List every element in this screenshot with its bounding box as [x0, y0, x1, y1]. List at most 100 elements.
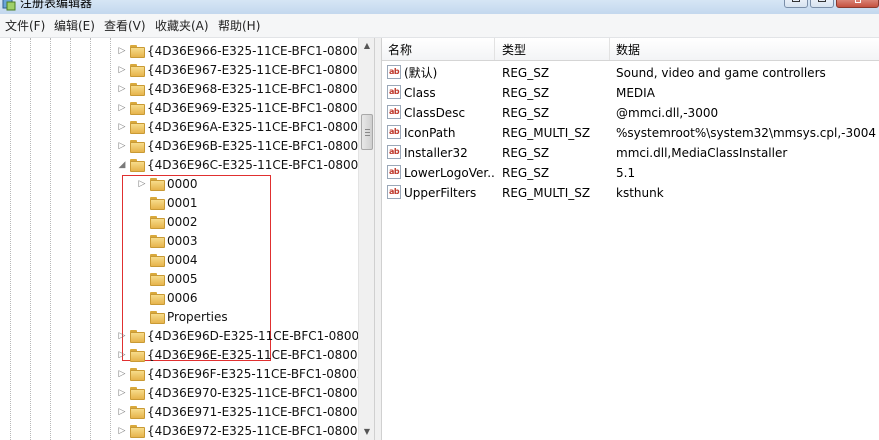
tree-key[interactable]: ▷ {4D36E967-E325-11CE-BFC1-08002BE1 [0, 61, 374, 80]
expand-arrow-icon[interactable] [137, 197, 147, 209]
tree-key[interactable]: ▷ {4D36E96B-E325-11CE-BFC1-08002BE1 [0, 137, 374, 156]
folder-icon [150, 197, 165, 210]
tree-key[interactable]: ▷ {4D36E96F-E325-11CE-BFC1-08002BE1 [0, 365, 374, 384]
tree-key[interactable]: ▷ {4D36E96D-E325-11CE-BFC1-08002BE [0, 327, 374, 346]
scroll-up-arrow[interactable]: ▲ [359, 38, 375, 54]
menu-file[interactable]: 文件(F) [5, 19, 45, 33]
expand-arrow-icon[interactable]: ◢ [117, 159, 127, 171]
folder-icon [130, 140, 145, 153]
minimize-button[interactable] [784, 0, 808, 8]
expand-arrow-icon[interactable] [137, 254, 147, 266]
value-type: REG_SZ [502, 66, 550, 80]
expand-arrow-icon[interactable]: ▷ [117, 102, 127, 114]
window-title: 注册表编辑器 [20, 0, 93, 10]
tree-subkey[interactable]: 0004 [0, 251, 374, 270]
value-row[interactable]: ab Class REG_SZ MEDIA [382, 83, 879, 103]
expand-arrow-icon[interactable] [137, 273, 147, 285]
tree-key-label[interactable]: {4D36E96A-E325-11CE-BFC1-08002BE1 [147, 120, 374, 135]
column-type-header[interactable]: 类型 [502, 43, 526, 57]
folder-icon [150, 273, 165, 286]
tree-key-label[interactable]: {4D36E96F-E325-11CE-BFC1-08002BE1 [147, 367, 374, 382]
scroll-thumb[interactable] [361, 114, 373, 150]
column-data-header[interactable]: 数据 [616, 43, 640, 57]
close-button[interactable] [836, 0, 879, 8]
tree-key-label[interactable]: {4D36E96E-E325-11CE-BFC1-08002BE1 [147, 348, 374, 363]
expand-arrow-icon[interactable]: ▷ [117, 349, 127, 361]
column-name-header[interactable]: 名称 [388, 43, 412, 57]
tree-key-label[interactable]: {4D36E969-E325-11CE-BFC1-08002BE1 [147, 101, 374, 116]
registry-tree[interactable]: ▷ {4D36E966-E325-11CE-BFC1-08002BE1 ▷ {4D36… [0, 38, 374, 440]
tree-key-label[interactable]: {4D36E972-E325-11CE-BFC1-08002BE1 [147, 424, 374, 439]
value-data: @mmci.dll,-3000 [616, 106, 719, 120]
tree-key-label[interactable]: Properties [167, 310, 228, 325]
tree-subkey[interactable]: 0002 [0, 213, 374, 232]
tree-key-label[interactable]: 0004 [167, 253, 198, 268]
menu-view[interactable]: 查看(V) [104, 19, 146, 33]
tree-subkey[interactable]: 0005 [0, 270, 374, 289]
tree-key-label[interactable]: {4D36E967-E325-11CE-BFC1-08002BE1 [147, 63, 374, 78]
expand-arrow-icon[interactable] [137, 292, 147, 304]
tree-key-label[interactable]: {4D36E96D-E325-11CE-BFC1-08002BE [147, 329, 374, 344]
tree-key-label[interactable]: 0006 [167, 291, 198, 306]
tree-key-label[interactable]: 0002 [167, 215, 198, 230]
pane-splitter[interactable] [374, 38, 382, 440]
tree-key[interactable]: ▷ {4D36E969-E325-11CE-BFC1-08002BE1 [0, 99, 374, 118]
value-row[interactable]: ab IconPath REG_MULTI_SZ %systemroot%\syste… [382, 123, 879, 143]
scroll-down-arrow[interactable]: ▼ [359, 424, 375, 440]
expand-arrow-icon[interactable]: ▷ [117, 406, 127, 418]
value-row[interactable]: ab LowerLogoVer... REG_SZ 5.1 [382, 163, 879, 183]
tree-subkey[interactable]: 0001 [0, 194, 374, 213]
expand-arrow-icon[interactable] [137, 235, 147, 247]
value-row[interactable]: ab ClassDesc REG_SZ @mmci.dll,-3000 [382, 103, 879, 123]
folder-icon [130, 406, 145, 419]
tree-subkey[interactable]: Properties [0, 308, 374, 327]
expand-arrow-icon[interactable]: ▷ [117, 387, 127, 399]
tree-key-label[interactable]: 0001 [167, 196, 198, 211]
tree-key[interactable]: ◢ {4D36E96C-E325-11CE-BFC1-08002BE1 [0, 156, 374, 175]
tree-scrollbar[interactable]: ▲ ▼ [358, 38, 374, 440]
menu-favorites[interactable]: 收藏夹(A) [155, 19, 209, 33]
tree-key[interactable]: ▷ {4D36E966-E325-11CE-BFC1-08002BE1 [0, 42, 374, 61]
tree-subkey[interactable]: ▷ 0000 [0, 175, 374, 194]
value-row[interactable]: ab Installer32 REG_SZ mmci.dll,MediaClassIn… [382, 143, 879, 163]
values-list[interactable]: 名称 类型 数据 ab (默认) REG_SZ Sound, video and ga… [382, 38, 879, 440]
folder-icon [130, 102, 145, 115]
expand-arrow-icon[interactable]: ▷ [117, 425, 127, 437]
expand-arrow-icon[interactable]: ▷ [117, 64, 127, 76]
tree-key[interactable]: ▷ {4D36E96A-E325-11CE-BFC1-08002BE1 [0, 118, 374, 137]
menu-help[interactable]: 帮助(H) [218, 19, 260, 33]
tree-key[interactable]: ▷ {4D36E972-E325-11CE-BFC1-08002BE1 [0, 422, 374, 440]
tree-key-label[interactable]: {4D36E966-E325-11CE-BFC1-08002BE1 [147, 44, 374, 59]
value-row[interactable]: ab (默认) REG_SZ Sound, video and game contro… [382, 63, 879, 83]
menu-edit[interactable]: 编辑(E) [54, 19, 95, 33]
expand-arrow-icon[interactable] [137, 216, 147, 228]
expand-arrow-icon[interactable]: ▷ [137, 178, 147, 190]
tree-key-label[interactable]: {4D36E96C-E325-11CE-BFC1-08002BE1 [147, 158, 374, 173]
tree-key-label[interactable]: 0005 [167, 272, 198, 287]
tree-subkey[interactable]: 0006 [0, 289, 374, 308]
tree-key[interactable]: ▷ {4D36E96E-E325-11CE-BFC1-08002BE1 [0, 346, 374, 365]
expand-arrow-icon[interactable]: ▷ [117, 330, 127, 342]
tree-key-label[interactable]: {4D36E971-E325-11CE-BFC1-08002BE1 [147, 405, 374, 420]
folder-icon [150, 216, 165, 229]
expand-arrow-icon[interactable]: ▷ [117, 83, 127, 95]
tree-key-label[interactable]: 0003 [167, 234, 198, 249]
tree-key-label[interactable]: {4D36E96B-E325-11CE-BFC1-08002BE1 [147, 139, 374, 154]
expand-arrow-icon[interactable]: ▷ [117, 45, 127, 57]
tree-key-label[interactable]: 0000 [167, 177, 198, 192]
tree-key[interactable]: ▷ {4D36E970-E325-11CE-BFC1-08002BE1 [0, 384, 374, 403]
expand-arrow-icon[interactable]: ▷ [117, 140, 127, 152]
expand-arrow-icon[interactable] [137, 311, 147, 323]
tree-key-label[interactable]: {4D36E968-E325-11CE-BFC1-08002BE1 [147, 82, 374, 97]
tree-key-label[interactable]: {4D36E970-E325-11CE-BFC1-08002BE1 [147, 386, 374, 401]
value-data: mmci.dll,MediaClassInstaller [616, 146, 788, 160]
tree-key[interactable]: ▷ {4D36E968-E325-11CE-BFC1-08002BE1 [0, 80, 374, 99]
expand-arrow-icon[interactable]: ▷ [117, 368, 127, 380]
value-row[interactable]: ab UpperFilters REG_MULTI_SZ ksthunk [382, 183, 879, 203]
tree-key[interactable]: ▷ {4D36E971-E325-11CE-BFC1-08002BE1 [0, 403, 374, 422]
tree-subkey[interactable]: 0003 [0, 232, 374, 251]
title-bar[interactable]: 注册表编辑器 [0, 0, 879, 14]
maximize-button[interactable] [810, 0, 834, 8]
value-type: REG_MULTI_SZ [502, 186, 591, 200]
expand-arrow-icon[interactable]: ▷ [117, 121, 127, 133]
